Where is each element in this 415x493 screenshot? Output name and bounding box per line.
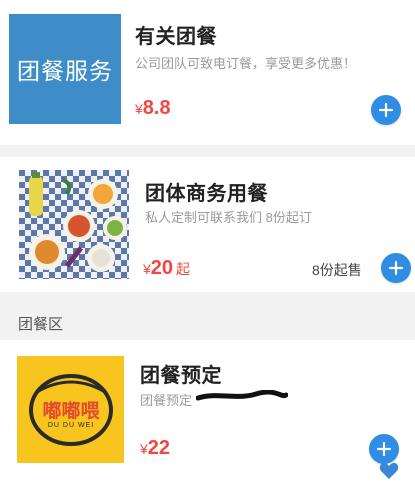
product-card-group-meal-info[interactable]: 团餐服务 有关团餐 公司团队可致电订餐，享受更多优惠！ ¥8.8: [0, 0, 415, 145]
brand-logo-text: 嘟嘟喂: [42, 401, 100, 422]
product-title: 团体商务用餐: [145, 183, 268, 205]
min-order-label: 8份起售: [312, 262, 362, 278]
product-description: 团餐预定: [140, 393, 193, 408]
product-price: ¥20 起: [143, 257, 190, 280]
add-to-cart-button[interactable]: [381, 253, 411, 283]
product-price: ¥8.8: [135, 97, 171, 120]
brand-logo-subtext: DU DU WEI: [47, 422, 95, 429]
plus-icon: [388, 260, 404, 276]
product-description: 公司团队可致电订餐，享受更多优惠！: [135, 56, 357, 71]
plus-icon: [378, 102, 394, 118]
thumbnail-text: 团餐服务: [17, 58, 113, 84]
redaction-mark: [196, 390, 288, 401]
price-currency: ¥: [140, 441, 148, 457]
price-currency: ¥: [135, 101, 143, 117]
brand-logo-thumbnail: 嘟嘟喂 DU DU WEI: [17, 356, 124, 463]
product-thumbnail: 团餐服务: [9, 14, 121, 124]
price-value: 22: [147, 437, 171, 459]
price-suffix: 起: [176, 261, 191, 277]
food-photo-image: [19, 170, 129, 279]
screen: 团餐服务 有关团餐 公司团队可致电订餐，享受更多优惠！ ¥8.8 团体商务用餐 …: [0, 0, 415, 493]
section-title: 团餐区: [18, 316, 64, 333]
product-title: 有关团餐: [135, 26, 217, 48]
price-currency: ¥: [143, 261, 151, 277]
add-to-cart-button[interactable]: [371, 95, 401, 125]
heart-icon: [379, 462, 399, 479]
add-to-cart-button[interactable]: [369, 434, 399, 464]
price-value: 20: [150, 257, 174, 279]
price-value: 8.8: [142, 97, 171, 119]
product-description: 私人定制可联系我们 8份起订: [145, 210, 312, 225]
food-photo-thumbnail: [19, 170, 129, 279]
product-price: ¥22: [140, 437, 170, 460]
product-title: 团餐预定: [140, 365, 222, 387]
plus-icon: [376, 441, 392, 457]
